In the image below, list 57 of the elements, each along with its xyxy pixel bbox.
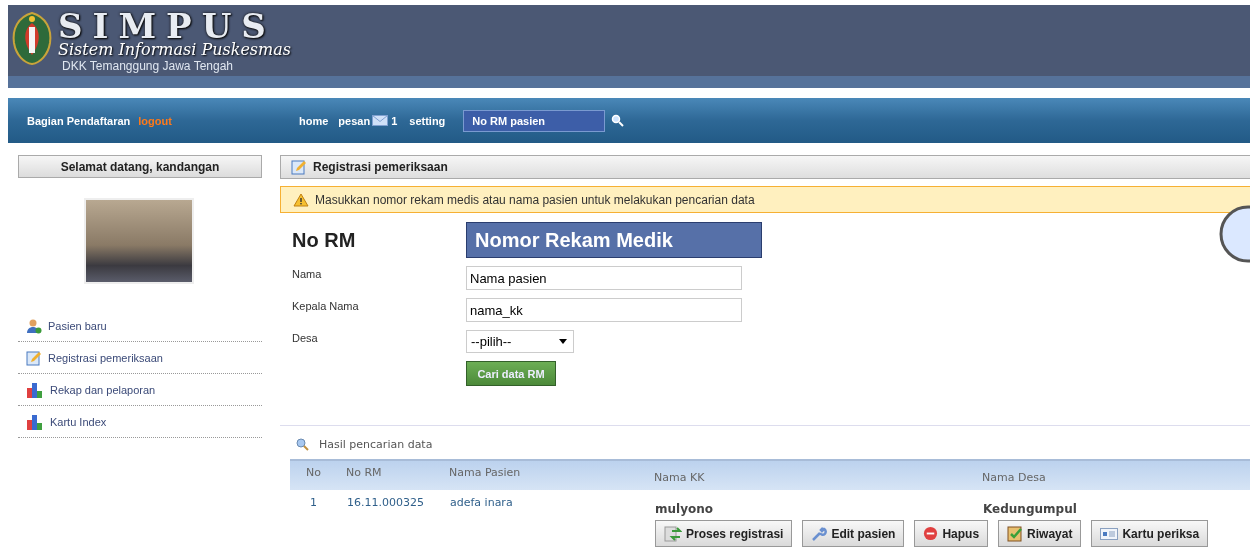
select-field[interactable]: --pilih-- xyxy=(466,330,574,353)
field-label: Nama xyxy=(292,267,323,280)
search-icon xyxy=(296,437,309,451)
field-label: Kepala Nama xyxy=(292,299,360,312)
input-field[interactable]: nama_kk xyxy=(466,298,742,322)
table-cell-text: mulyono xyxy=(655,502,714,516)
input-field[interactable]: Nama pasien xyxy=(466,266,742,290)
column-header: No RM xyxy=(346,466,382,479)
region-text: DKK Temanggung Jawa Tengah xyxy=(61,59,234,73)
emblem-icon xyxy=(10,11,54,66)
search-field[interactable]: No RM pasien xyxy=(463,109,606,132)
field-label: No RM xyxy=(292,228,357,253)
column-header: Nama Desa xyxy=(982,471,1046,484)
mail-icon xyxy=(372,115,389,126)
app-title: SIMPUS xyxy=(58,11,276,41)
sidebar-item[interactable]: Pasien baru xyxy=(18,310,262,342)
action-button[interactable]: Kartu periksa xyxy=(1091,520,1209,547)
panel-title: Registrasi pemeriksaan xyxy=(313,160,448,174)
sidebar-item[interactable]: Registrasi pemeriksaan xyxy=(18,342,262,374)
field-label: Desa xyxy=(292,331,319,344)
user-add-icon xyxy=(26,317,42,334)
refresh-icon xyxy=(664,525,682,542)
results-title: Hasil pencarian data xyxy=(319,437,433,451)
edit-icon xyxy=(291,159,307,175)
bar-chart-icon xyxy=(26,381,44,398)
edit-icon xyxy=(26,349,42,366)
no-entry-icon xyxy=(923,526,939,541)
nav-link[interactable]: home xyxy=(299,114,329,127)
id-card-icon xyxy=(1100,527,1119,540)
table-cell: adefa inara xyxy=(450,496,513,509)
column-header: Nama Pasien xyxy=(449,466,521,479)
column-header: No xyxy=(306,466,321,479)
app-subtitle: Sistem Informasi Puskesmas xyxy=(58,41,291,59)
bar-chart-icon xyxy=(26,413,44,430)
action-button[interactable]: Edit pasien xyxy=(802,520,905,547)
search-icon[interactable] xyxy=(611,114,625,127)
table-cell: 1 xyxy=(310,496,317,509)
column-header: Nama KK xyxy=(654,471,705,484)
action-button[interactable]: Hapus xyxy=(914,520,989,547)
nav-link[interactable]: setting xyxy=(409,114,446,127)
action-button[interactable]: Proses registrasi xyxy=(655,520,793,547)
sidebar-item[interactable]: Rekap dan pelaporan xyxy=(18,374,262,406)
action-button[interactable]: Riwayat xyxy=(998,520,1082,547)
lens-icon xyxy=(1218,205,1250,263)
caret-icon xyxy=(559,339,567,344)
role-text: Bagian Pendaftaran xyxy=(27,114,131,127)
wrench-icon xyxy=(811,525,828,542)
message-count: 1 xyxy=(391,114,398,127)
alert-text: Masukkan nomor rekam medis atau nama pasien untuk melakukan pencarian data xyxy=(315,192,755,207)
rm-input-field[interactable]: Nomor Rekam Medik xyxy=(466,222,762,258)
table-cell: Kedungumpul xyxy=(983,502,1077,516)
sidebar-item[interactable]: Kartu Index xyxy=(18,406,262,438)
warning-icon xyxy=(293,192,309,207)
clipboard-check-icon xyxy=(1007,525,1024,542)
welcome-heading: Selamat datang, kandangan xyxy=(18,155,262,178)
nav-link[interactable]: pesan xyxy=(338,114,371,127)
table-cell: 16.11.000325 xyxy=(347,496,424,509)
